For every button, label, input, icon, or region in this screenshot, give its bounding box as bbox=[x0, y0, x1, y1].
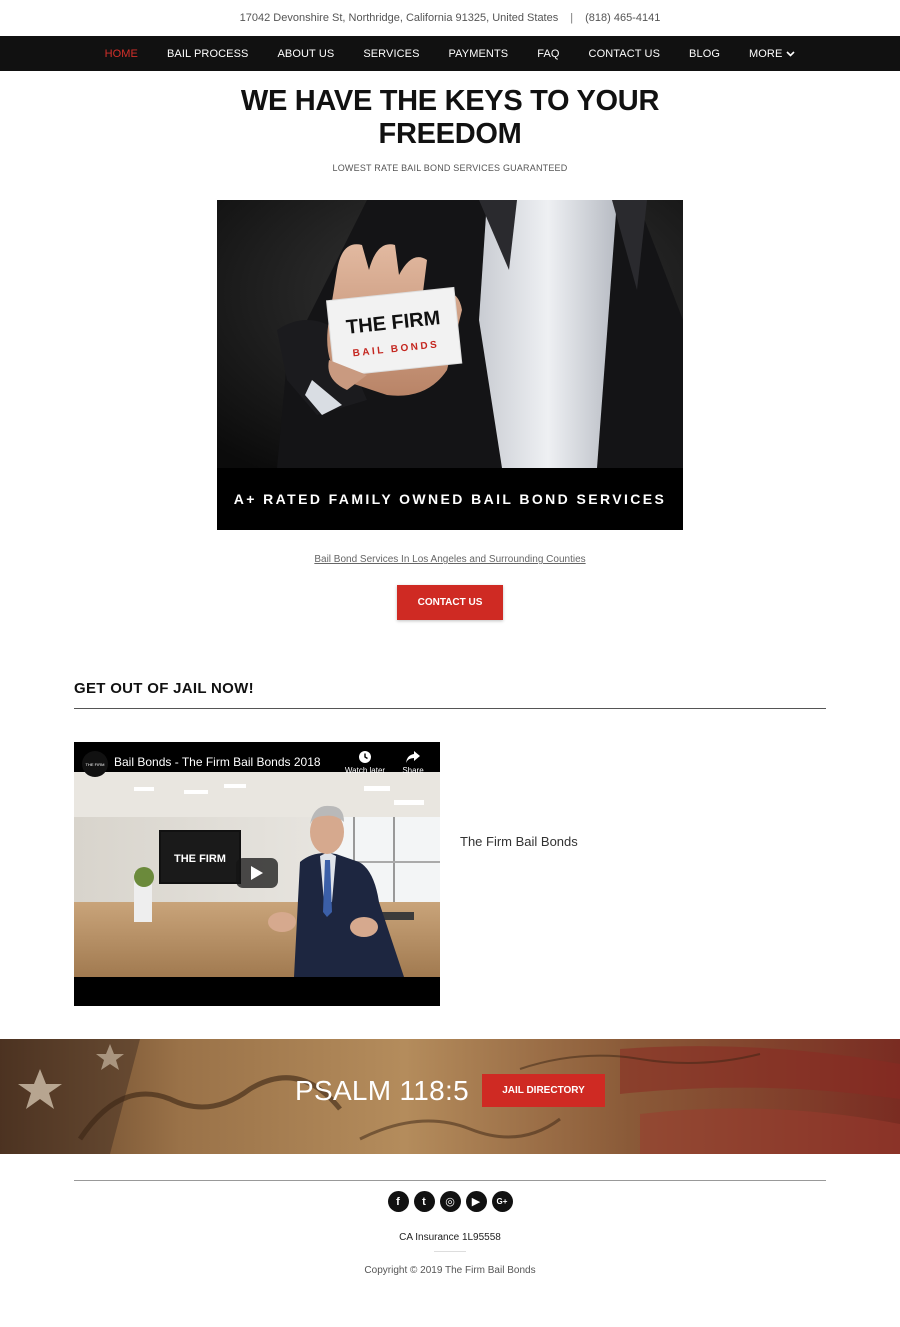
watch-later-label: Watch later bbox=[344, 766, 386, 775]
top-info-bar: 17042 Devonshire St, Northridge, Califor… bbox=[0, 0, 900, 36]
hero-title-line2: FREEDOM bbox=[378, 118, 522, 150]
chevron-down-icon bbox=[786, 50, 795, 57]
twitter-icon[interactable]: t bbox=[413, 1191, 435, 1212]
nav-home[interactable]: HOME bbox=[90, 48, 152, 60]
nav-more-label: MORE bbox=[749, 47, 783, 60]
hero-banner: A+ RATED FAMILY OWNED BAIL BOND SERVICES bbox=[217, 468, 683, 530]
insurance-number: CA Insurance 1L95558 bbox=[399, 1232, 501, 1243]
address-text: 17042 Devonshire St, Northridge, Califor… bbox=[239, 12, 559, 24]
separator: | bbox=[570, 12, 574, 24]
social-links: f t ◎ ▶ G+ bbox=[0, 1191, 900, 1212]
nav-bail-process[interactable]: BAIL PROCESS bbox=[152, 48, 263, 60]
footer-divider bbox=[74, 1180, 826, 1181]
nav-about-us[interactable]: ABOUT US bbox=[263, 48, 349, 60]
share-icon bbox=[406, 751, 420, 763]
nav-more[interactable]: MORE bbox=[735, 48, 810, 60]
facebook-icon[interactable]: f bbox=[387, 1191, 409, 1212]
nav-faq[interactable]: FAQ bbox=[523, 48, 574, 60]
channel-logo[interactable]: THE FIRM bbox=[82, 751, 108, 777]
services-link[interactable]: Bail Bond Services In Los Angeles and Su… bbox=[314, 554, 585, 565]
nav-blog[interactable]: BLOG bbox=[675, 48, 735, 60]
clock-icon bbox=[359, 751, 371, 763]
main-nav: HOME BAIL PROCESS ABOUT US SERVICES PAYM… bbox=[0, 36, 900, 71]
hero-subtitle: LOWEST RATE BAIL BOND SERVICES GUARANTEE… bbox=[332, 163, 568, 173]
section-divider bbox=[74, 708, 826, 709]
hero-photo: THE FIRM BAIL BONDS bbox=[217, 200, 683, 468]
google-plus-icon[interactable]: G+ bbox=[491, 1191, 513, 1212]
contact-us-button[interactable]: CONTACT US bbox=[397, 585, 503, 620]
video-row: THE FIRM THE FIRM Bail Bonds - The Firm … bbox=[74, 742, 900, 1006]
play-icon bbox=[251, 866, 263, 880]
hero-image: THE FIRM BAIL BONDS A+ RATED FAMILY OWNE… bbox=[217, 200, 683, 530]
share-label: Share bbox=[402, 766, 424, 775]
video-title[interactable]: Bail Bonds - The Firm Bail Bonds 2018 bbox=[114, 755, 321, 769]
share-button[interactable]: Share bbox=[394, 750, 432, 775]
copyright-text: Copyright © 2019 The Firm Bail Bonds bbox=[364, 1265, 536, 1276]
video-caption: The Firm Bail Bonds bbox=[460, 834, 578, 849]
footer-short-divider bbox=[434, 1251, 466, 1252]
section-title: GET OUT OF JAIL NOW! bbox=[74, 680, 254, 697]
psalm-banner: PSALM 118:5 JAIL DIRECTORY bbox=[0, 1039, 900, 1154]
jail-directory-button[interactable]: JAIL DIRECTORY bbox=[482, 1074, 605, 1107]
nav-services[interactable]: SERVICES bbox=[349, 48, 434, 60]
video-player[interactable]: THE FIRM THE FIRM Bail Bonds - The Firm … bbox=[74, 742, 440, 1006]
screen-logo-text: THE FIRM bbox=[174, 853, 226, 865]
play-button[interactable] bbox=[236, 858, 278, 888]
hero-title: WE HAVE THE KEYS TO YOUR FREEDOM bbox=[0, 85, 900, 151]
nav-contact-us[interactable]: CONTACT US bbox=[574, 48, 675, 60]
youtube-icon[interactable]: ▶ bbox=[465, 1191, 487, 1212]
psalm-text: PSALM 118:5 bbox=[295, 1075, 469, 1106]
instagram-icon[interactable]: ◎ bbox=[439, 1191, 461, 1212]
watch-later-button[interactable]: Watch later bbox=[341, 750, 389, 775]
nav-payments[interactable]: PAYMENTS bbox=[434, 48, 523, 60]
phone-number[interactable]: (818) 465-4141 bbox=[585, 12, 660, 24]
hero-title-line1: WE HAVE THE KEYS TO YOUR bbox=[240, 85, 660, 117]
hero-link-container: Bail Bond Services In Los Angeles and Su… bbox=[0, 554, 900, 565]
